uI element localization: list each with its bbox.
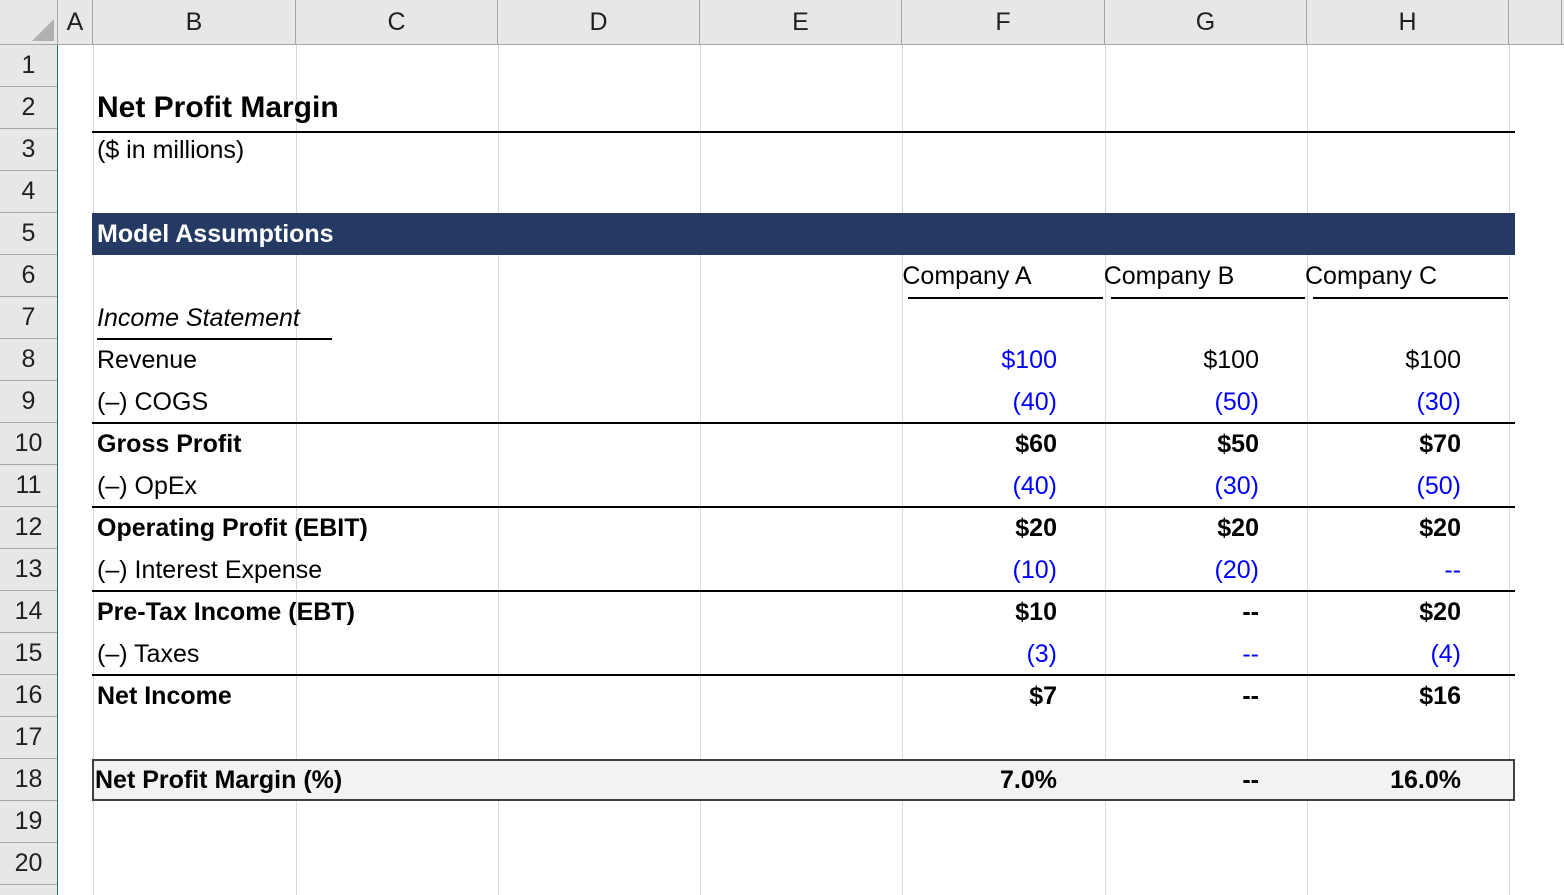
cell-ebt-company-b[interactable]: -- [1068, 598, 1270, 627]
cell-opex-company-c[interactable]: (50) [1270, 472, 1472, 501]
cell-gross-profit-company-b[interactable]: $50 [1068, 430, 1270, 459]
column-header-company-a: Company A [902, 261, 1032, 290]
table-row: Gross Profit $60 $50 $70 [59, 423, 1564, 465]
table-row: Pre-Tax Income (EBT) $10 -- $20 [59, 591, 1564, 633]
cell-ebt-company-c[interactable]: $20 [1270, 598, 1472, 627]
column-header-c[interactable]: C [296, 0, 498, 44]
column-header-e[interactable]: E [700, 0, 902, 44]
cell-cogs-company-c[interactable]: (30) [1270, 388, 1472, 417]
column-header-f[interactable]: F [902, 0, 1105, 44]
line-item-label-interest-expense: (–) Interest Expense [97, 555, 323, 584]
cell-ebit-company-a[interactable]: $20 [866, 514, 1068, 543]
table-row: Net Income $7 -- $16 [59, 675, 1564, 717]
table-row: Operating Profit (EBIT) $20 $20 $20 [59, 507, 1564, 549]
row-header-15[interactable]: 15 [0, 633, 57, 675]
subtitle-row: ($ in millions) [59, 129, 1564, 171]
cell-revenue-company-c[interactable]: $100 [1270, 346, 1472, 375]
row-header-1[interactable]: 1 [0, 45, 57, 87]
grid-area: Net Profit Margin ($ in millions) Model … [59, 45, 1564, 895]
column-header-g[interactable]: G [1105, 0, 1307, 44]
income-statement-label: Income Statement [97, 303, 300, 332]
cell-interest-expense-company-c[interactable]: -- [1270, 556, 1472, 585]
section-banner: Model Assumptions [92, 213, 1515, 255]
title-row: Net Profit Margin [59, 87, 1564, 129]
line-item-label-gross-profit: Gross Profit [97, 429, 242, 458]
row-header-4[interactable]: 4 [0, 171, 57, 213]
row-header-12[interactable]: 12 [0, 507, 57, 549]
row-header-7[interactable]: 7 [0, 297, 57, 339]
line-item-label-revenue: Revenue [97, 345, 198, 374]
cell-gross-profit-company-c[interactable]: $70 [1270, 430, 1472, 459]
cell-net-profit-margin-company-b[interactable]: -- [1068, 766, 1270, 795]
line-item-label-opex: (–) OpEx [97, 471, 198, 500]
table-row: (–) Interest Expense (10) (20) -- [59, 549, 1564, 591]
cell-net-profit-margin-company-a[interactable]: 7.0% [866, 766, 1068, 795]
cell-taxes-company-c[interactable]: (4) [1270, 640, 1472, 669]
cell-interest-expense-company-b[interactable]: (20) [1068, 556, 1270, 585]
column-header-d[interactable]: D [498, 0, 700, 44]
row-header-2[interactable]: 2 [0, 87, 57, 129]
row-header-19[interactable]: 19 [0, 801, 57, 843]
cell-taxes-company-b[interactable]: -- [1068, 640, 1270, 669]
cell-ebit-company-b[interactable]: $20 [1068, 514, 1270, 543]
row-header-8[interactable]: 8 [0, 339, 57, 381]
cell-cogs-company-b[interactable]: (50) [1068, 388, 1270, 417]
page-title: Net Profit Margin [97, 91, 339, 124]
cell-revenue-company-a[interactable]: $100 [866, 346, 1068, 375]
section-label-row: Income Statement [59, 297, 1564, 339]
cell-ebit-company-c[interactable]: $20 [1270, 514, 1472, 543]
line-item-label-cogs: (–) COGS [97, 387, 209, 416]
cell-net-income-company-a[interactable]: $7 [866, 682, 1068, 711]
row-header-14[interactable]: 14 [0, 591, 57, 633]
section-banner-label: Model Assumptions [97, 219, 334, 248]
cell-interest-expense-company-a[interactable]: (10) [866, 556, 1068, 585]
column-header-company-b: Company B [1103, 261, 1235, 290]
table-row: (–) Taxes (3) -- (4) [59, 633, 1564, 675]
cell-net-income-company-c[interactable]: $16 [1270, 682, 1472, 711]
table-row: (–) OpEx (40) (30) (50) [59, 465, 1564, 507]
net-profit-margin-row: Net Profit Margin (%) 7.0% -- 16.0% [59, 759, 1564, 801]
cell-taxes-company-a[interactable]: (3) [866, 640, 1068, 669]
row-header-5[interactable]: 5 [0, 213, 57, 255]
spreadsheet-canvas: A B C D E F G H 1 2 3 4 5 6 7 8 9 10 11 … [0, 0, 1564, 895]
column-header-h[interactable]: H [1307, 0, 1509, 44]
row-header-20[interactable]: 20 [0, 843, 57, 885]
column-header-b[interactable]: B [93, 0, 296, 44]
row-header-9[interactable]: 9 [0, 381, 57, 423]
row-header-6[interactable]: 6 [0, 255, 57, 297]
column-header-strip: A B C D E F G H [0, 0, 1564, 45]
cell-opex-company-a[interactable]: (40) [866, 472, 1068, 501]
cell-net-profit-margin-company-c[interactable]: 16.0% [1270, 766, 1472, 795]
row-header-16[interactable]: 16 [0, 675, 57, 717]
row-header-13[interactable]: 13 [0, 549, 57, 591]
row-header-17[interactable]: 17 [0, 717, 57, 759]
cell-gross-profit-company-a[interactable]: $60 [866, 430, 1068, 459]
company-header-row: Company A Company B Company C [59, 255, 1564, 297]
row-header-18[interactable]: 18 [0, 759, 57, 801]
row-header-strip: 1 2 3 4 5 6 7 8 9 10 11 12 13 14 15 16 1… [0, 45, 58, 895]
cell-net-income-company-b[interactable]: -- [1068, 682, 1270, 711]
line-item-label-net-income: Net Income [97, 681, 232, 710]
cell-revenue-company-b[interactable]: $100 [1068, 346, 1270, 375]
select-all-corner[interactable] [0, 0, 58, 44]
select-all-triangle-icon [32, 19, 54, 41]
row-header-11[interactable]: 11 [0, 465, 57, 507]
line-item-label-ebt: Pre-Tax Income (EBT) [97, 597, 355, 626]
net-profit-margin-label: Net Profit Margin (%) [95, 765, 343, 794]
row-header-10[interactable]: 10 [0, 423, 57, 465]
column-header-i[interactable] [1509, 0, 1562, 44]
cell-cogs-company-a[interactable]: (40) [866, 388, 1068, 417]
table-row: (–) COGS (40) (50) (30) [59, 381, 1564, 423]
cell-ebt-company-a[interactable]: $10 [866, 598, 1068, 627]
line-item-label-ebit: Operating Profit (EBIT) [97, 513, 368, 542]
row-header-3[interactable]: 3 [0, 129, 57, 171]
cell-opex-company-b[interactable]: (30) [1068, 472, 1270, 501]
table-row: Revenue $100 $100 $100 [59, 339, 1564, 381]
column-header-company-c: Company C [1305, 261, 1437, 290]
units-subtitle: ($ in millions) [97, 135, 245, 164]
column-header-a[interactable]: A [58, 0, 93, 44]
line-item-label-taxes: (–) Taxes [97, 639, 200, 668]
